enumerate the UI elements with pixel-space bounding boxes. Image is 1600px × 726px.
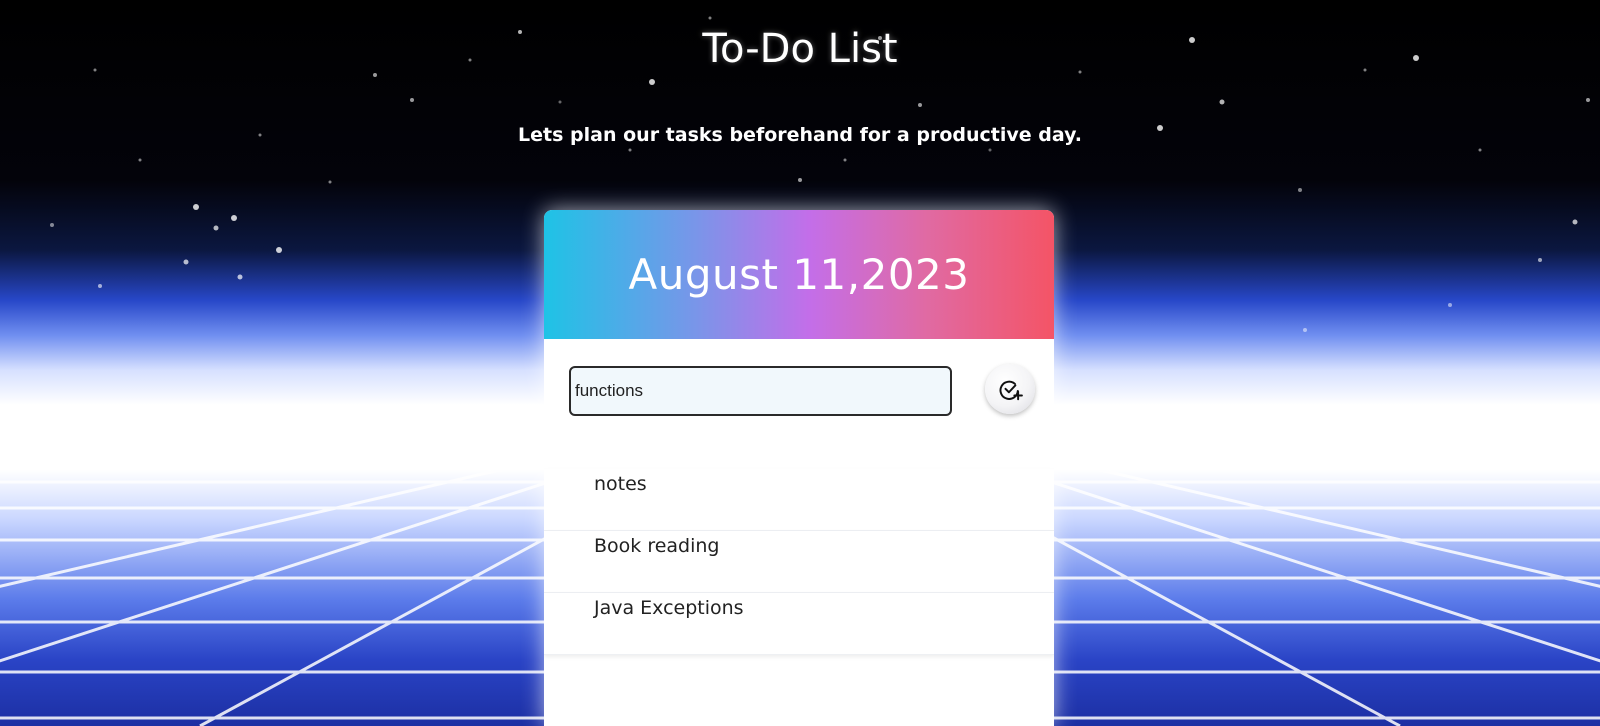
task-item[interactable]: Java Exceptions	[544, 593, 1054, 655]
task-item[interactable]: notes	[544, 469, 1054, 531]
task-input[interactable]	[569, 366, 952, 416]
page-subtitle: Lets plan our tasks beforehand for a pro…	[518, 124, 1082, 146]
task-list: notes Book reading Java Exceptions	[544, 469, 1054, 655]
add-task-button[interactable]	[985, 364, 1035, 414]
date-label: August 11,2023	[628, 250, 970, 299]
date-header: August 11,2023	[544, 210, 1054, 339]
task-entry-row	[544, 339, 1054, 469]
page-title: To-Do List	[702, 26, 898, 72]
todo-card: August 11,2023 notes Book reading Java E…	[544, 210, 1054, 726]
task-item[interactable]: Book reading	[544, 531, 1054, 593]
check-circle-plus-icon	[999, 380, 1023, 401]
